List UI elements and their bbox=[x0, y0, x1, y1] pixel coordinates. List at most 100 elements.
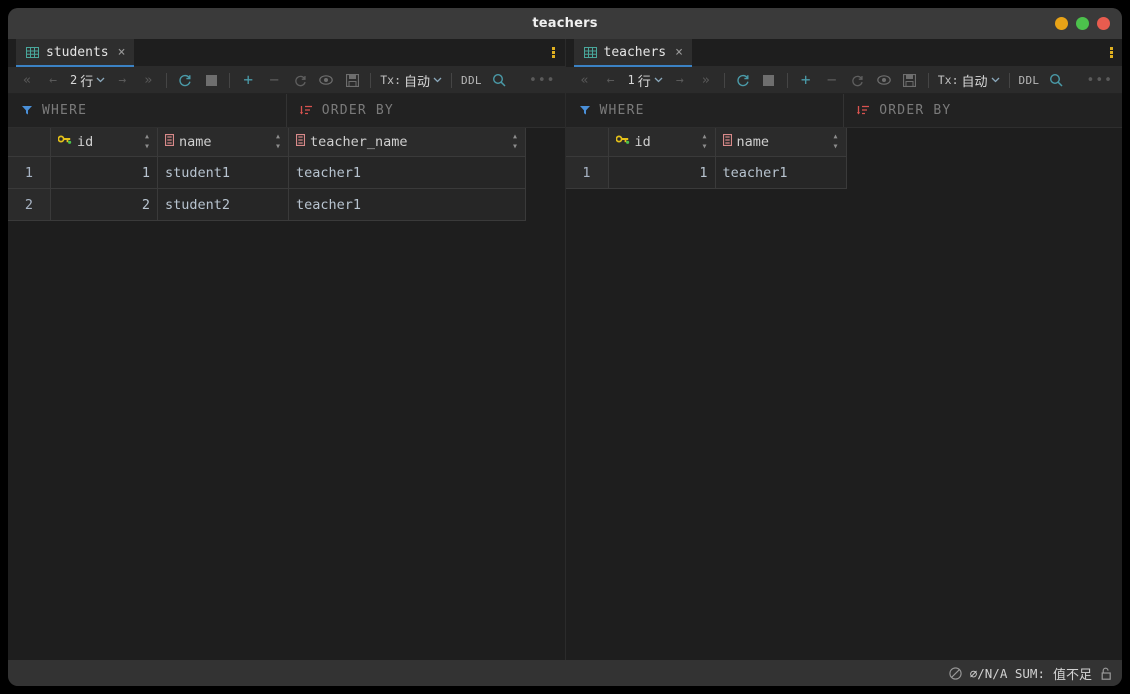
students-result-grid[interactable]: id ▴ ▾ name ▴ ▾ teacher_name ▴ ▾ 1 1 stu… bbox=[8, 128, 565, 660]
row-number: 1 bbox=[565, 156, 609, 189]
search-icon[interactable] bbox=[1043, 69, 1069, 91]
sort-toggle-icon[interactable]: ▴ ▾ bbox=[832, 132, 838, 152]
filter-funnel-icon bbox=[579, 101, 591, 120]
transaction-mode-selector[interactable]: Tx: 自动 bbox=[376, 71, 446, 90]
cell-id[interactable]: 2 bbox=[50, 188, 158, 221]
sort-order-icon bbox=[857, 101, 870, 120]
cell-teacher-name[interactable]: teacher1 bbox=[288, 156, 526, 189]
sort-toggle-icon[interactable]: ▴ ▾ bbox=[275, 132, 281, 152]
add-row-button[interactable]: + bbox=[235, 69, 261, 91]
column-name: id bbox=[77, 134, 94, 150]
tab-teachers[interactable]: teachers × bbox=[573, 39, 692, 67]
cell-id[interactable]: 1 bbox=[50, 156, 158, 189]
minimize-button[interactable] bbox=[1055, 17, 1068, 30]
row-count-selector[interactable]: 2 行 bbox=[66, 71, 109, 90]
cell-name[interactable]: teacher1 bbox=[714, 156, 847, 189]
tab-students[interactable]: students × bbox=[16, 39, 135, 67]
table-row[interactable]: 1 1 teacher1 bbox=[565, 156, 847, 189]
students-table: id ▴ ▾ name ▴ ▾ teacher_name ▴ ▾ 1 1 stu… bbox=[8, 128, 526, 221]
last-page-button[interactable]: » bbox=[693, 69, 719, 91]
prev-page-button[interactable]: ← bbox=[40, 69, 66, 91]
column-header-teacher-name[interactable]: teacher_name ▴ ▾ bbox=[288, 128, 526, 157]
where-placeholder: WHERE bbox=[42, 103, 88, 118]
text-column-icon bbox=[295, 133, 306, 150]
tab-close-icon[interactable]: × bbox=[116, 46, 126, 59]
column-header-name[interactable]: name ▴ ▾ bbox=[157, 128, 289, 157]
cell-name[interactable]: student2 bbox=[157, 188, 289, 221]
column-header-id[interactable]: id ▴ ▾ bbox=[50, 128, 158, 157]
teachers-pane: teachers × « ← 1 行 → » + − Tx: 自动 DDL ••… bbox=[565, 39, 1122, 660]
row-number: 2 bbox=[8, 188, 51, 221]
add-row-button[interactable]: + bbox=[793, 69, 819, 91]
row-count-selector[interactable]: 1 行 bbox=[624, 71, 667, 90]
first-page-button[interactable]: « bbox=[572, 69, 598, 91]
teachers-result-grid[interactable]: id ▴ ▾ name ▴ ▾ 1 1 teacher1 bbox=[565, 128, 1122, 660]
row-count-value: 1 bbox=[627, 73, 635, 87]
tx-value: 自动 bbox=[961, 74, 988, 90]
editor-split: students × « ← 2 行 → » + − Tx: 自动 DDL ••… bbox=[8, 39, 1122, 660]
where-placeholder: WHERE bbox=[599, 103, 645, 118]
first-page-button[interactable]: « bbox=[14, 69, 40, 91]
students-filter-bar: WHERE ORDER BY bbox=[8, 94, 565, 128]
students-tab-options-button[interactable] bbox=[542, 39, 565, 67]
next-page-button[interactable]: → bbox=[109, 69, 135, 91]
eye-icon[interactable] bbox=[313, 69, 339, 91]
delete-row-button[interactable]: − bbox=[819, 69, 845, 91]
revert-icon[interactable] bbox=[845, 69, 871, 91]
teachers-tab-options-button[interactable] bbox=[1100, 39, 1122, 67]
where-filter-field[interactable]: WHERE bbox=[566, 94, 845, 127]
tx-label: Tx: bbox=[937, 73, 959, 87]
save-icon[interactable] bbox=[339, 69, 365, 91]
delete-row-button[interactable]: − bbox=[261, 69, 287, 91]
revert-icon[interactable] bbox=[287, 69, 313, 91]
primary-key-icon bbox=[615, 134, 630, 150]
reload-icon[interactable] bbox=[730, 69, 756, 91]
maximize-button[interactable] bbox=[1076, 17, 1089, 30]
stop-icon[interactable] bbox=[756, 69, 782, 91]
toolbar-separator bbox=[451, 72, 453, 88]
cell-name[interactable]: student1 bbox=[157, 156, 289, 189]
circle-slash-icon bbox=[949, 666, 962, 680]
cell-id[interactable]: 1 bbox=[607, 156, 716, 189]
search-icon[interactable] bbox=[486, 69, 512, 91]
sort-toggle-icon[interactable]: ▴ ▾ bbox=[701, 132, 707, 152]
table-row[interactable]: 1 1 student1 teacher1 bbox=[8, 156, 526, 189]
status-stats-value: 值不足 bbox=[1052, 667, 1092, 683]
row-number: 1 bbox=[8, 156, 51, 189]
sort-toggle-icon[interactable]: ▴ ▾ bbox=[512, 132, 518, 152]
tab-close-icon[interactable]: × bbox=[673, 46, 683, 59]
ddl-button[interactable]: DDL bbox=[1015, 69, 1044, 91]
stop-icon[interactable] bbox=[198, 69, 224, 91]
more-options-button[interactable]: ••• bbox=[526, 69, 558, 91]
more-options-button[interactable]: ••• bbox=[1084, 69, 1116, 91]
column-name: name bbox=[736, 134, 770, 150]
cell-teacher-name[interactable]: teacher1 bbox=[288, 188, 526, 221]
next-page-button[interactable]: → bbox=[667, 69, 693, 91]
where-filter-field[interactable]: WHERE bbox=[8, 94, 287, 127]
prev-page-button[interactable]: ← bbox=[598, 69, 624, 91]
transaction-mode-selector[interactable]: Tx: 自动 bbox=[934, 71, 1004, 90]
table-row[interactable]: 2 2 student2 teacher1 bbox=[8, 188, 526, 221]
tab-strip-filler bbox=[134, 39, 543, 67]
sort-toggle-icon[interactable]: ▴ ▾ bbox=[144, 132, 150, 152]
text-column-icon bbox=[164, 133, 175, 150]
eye-icon[interactable] bbox=[871, 69, 897, 91]
save-icon[interactable] bbox=[897, 69, 923, 91]
app-window: teachers students × « ← 2 行 → » + − Tx: … bbox=[8, 8, 1122, 686]
chevron-down-icon bbox=[96, 75, 105, 86]
order-by-placeholder: ORDER BY bbox=[879, 103, 952, 118]
toolbar-separator bbox=[166, 72, 168, 88]
close-button[interactable] bbox=[1097, 17, 1110, 30]
unlock-icon[interactable] bbox=[1100, 667, 1112, 680]
ddl-button[interactable]: DDL bbox=[457, 69, 486, 91]
last-page-button[interactable]: » bbox=[135, 69, 161, 91]
column-header-id[interactable]: id ▴ ▾ bbox=[607, 128, 716, 157]
teachers-tab-strip: teachers × bbox=[565, 39, 1122, 67]
students-toolbar: « ← 2 行 → » + − Tx: 自动 DDL ••• bbox=[8, 67, 565, 94]
toolbar-separator bbox=[927, 72, 929, 88]
order-by-field[interactable]: ORDER BY bbox=[844, 94, 1122, 127]
order-by-field[interactable]: ORDER BY bbox=[287, 94, 565, 127]
column-header-name[interactable]: name ▴ ▾ bbox=[714, 128, 847, 157]
toolbar-separator bbox=[229, 72, 231, 88]
reload-icon[interactable] bbox=[172, 69, 198, 91]
